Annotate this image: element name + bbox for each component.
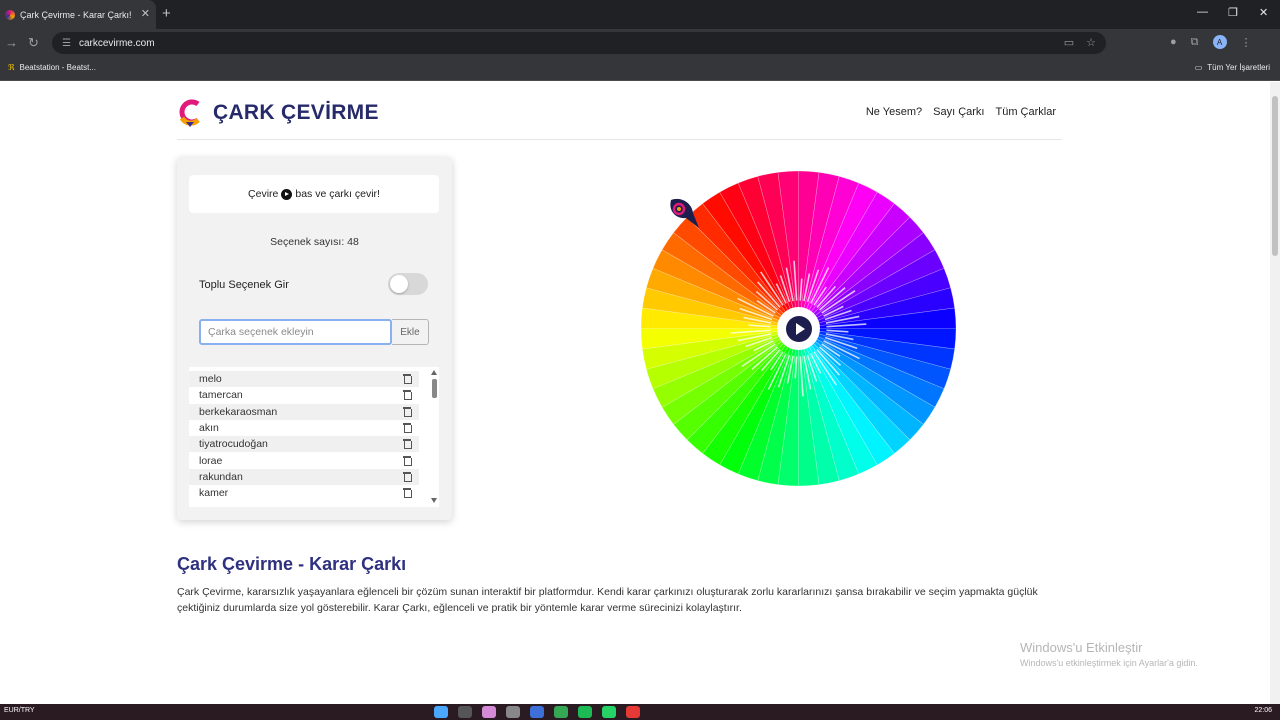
scroll-up-icon[interactable] xyxy=(431,370,437,375)
bookmark-favicon-icon: ℜ xyxy=(8,63,15,72)
browser-tab[interactable]: Çark Çevirme - Karar Çarkı! ✕ xyxy=(0,0,156,29)
cast-icon[interactable]: ▭ xyxy=(1064,36,1074,49)
windows-activation-watermark: Windows'u Etkinleştir Windows'u etkinleş… xyxy=(1020,640,1198,668)
files-icon[interactable] xyxy=(506,706,520,718)
page-scrollbar[interactable] xyxy=(1270,82,1280,704)
tab-title: Çark Çevirme - Karar Çarkı! xyxy=(20,9,132,20)
vscode-icon[interactable] xyxy=(530,706,544,718)
close-tab-icon[interactable]: ✕ xyxy=(141,7,150,20)
spin-hint: Çevire bas ve çarkı çevir! xyxy=(189,175,439,213)
trash-icon[interactable] xyxy=(403,456,412,466)
list-item: akın xyxy=(189,420,419,436)
bookmark-star-icon[interactable]: ☆ xyxy=(1086,36,1096,49)
bulk-entry-label: Toplu Seçenek Gir xyxy=(199,279,289,291)
options-panel: Çevire bas ve çarkı çevir! Seçenek sayıs… xyxy=(177,157,452,520)
windows-taskbar: EUR/TRY 22:06 xyxy=(0,704,1280,720)
article-body: Çark Çevirme, kararsızlık yaşayanlara eğ… xyxy=(177,586,1038,614)
bookmarks-bar: ℜ Beatstation - Beatst... ▭ Tüm Yer İşar… xyxy=(0,57,1280,81)
page-scroll-thumb[interactable] xyxy=(1272,96,1278,256)
wheel-pointer-icon xyxy=(670,198,699,228)
nav-tum-carklar[interactable]: Tüm Çarklar xyxy=(995,106,1056,118)
new-tab-button[interactable]: + xyxy=(162,5,171,22)
app-icon[interactable] xyxy=(482,706,496,718)
play-icon xyxy=(785,315,812,342)
spotify-icon[interactable] xyxy=(578,706,592,718)
list-item: tiyatrocudoğan xyxy=(189,436,419,452)
site-favicon-icon xyxy=(5,9,15,20)
reload-icon[interactable]: ↻ xyxy=(28,35,39,51)
extension-icon[interactable]: ● xyxy=(1170,36,1177,48)
article-title: Çark Çevirme - Karar Çarkı xyxy=(177,554,407,574)
trash-icon[interactable] xyxy=(403,423,412,433)
chrome-icon[interactable] xyxy=(554,706,568,718)
add-option-button[interactable]: Ekle xyxy=(392,319,429,345)
menu-icon[interactable]: ⋮ xyxy=(1241,36,1252,49)
option-input[interactable] xyxy=(199,319,392,345)
logo-icon xyxy=(179,99,200,127)
scroll-down-icon[interactable] xyxy=(431,498,437,503)
play-icon xyxy=(281,188,293,200)
toggle-knob xyxy=(390,275,408,293)
list-item: rakundan xyxy=(189,469,419,485)
folder-icon: ▭ xyxy=(1194,63,1203,72)
site-logo[interactable]: ÇARK ÇEVİRME xyxy=(177,98,379,128)
window-close-icon[interactable]: ✕ xyxy=(1259,6,1268,19)
list-item: berkekaraosman xyxy=(189,404,419,420)
trash-icon[interactable] xyxy=(403,407,412,417)
url-text: carkcevirme.com xyxy=(78,37,155,49)
address-bar: → ↻ ☰ carkcevirme.com ▭ ☆ ● ⧉ A ⋮ xyxy=(0,29,1280,57)
logo-text: ÇARK ÇEVİRME xyxy=(213,101,379,124)
site-info-icon[interactable]: ☰ xyxy=(62,38,71,49)
browser-tabbar: Çark Çevirme - Karar Çarkı! ✕ + — ❐ ✕ xyxy=(0,0,1280,29)
minimize-icon[interactable]: — xyxy=(1197,6,1208,18)
clock: 22:06 xyxy=(1254,707,1272,714)
profile-avatar[interactable]: A xyxy=(1212,35,1227,49)
options-list: melo tamercan berkekaraosman akın tiyatr… xyxy=(189,367,439,507)
site-header: ÇARK ÇEVİRME Ne Yesem? Sayı Çarkı Tüm Ça… xyxy=(177,96,1062,140)
whatsapp-icon[interactable] xyxy=(602,706,616,718)
trash-icon[interactable] xyxy=(403,374,412,384)
nav-ne-yesem[interactable]: Ne Yesem? xyxy=(866,106,922,118)
list-item: tamercan xyxy=(189,387,419,403)
article: Çark Çevirme - Karar Çarkı Çark Çevirme,… xyxy=(177,554,1062,616)
bulk-entry-toggle[interactable] xyxy=(388,273,428,295)
bookmark-item[interactable]: ℜ Beatstation - Beatst... xyxy=(8,63,96,72)
puzzle-icon[interactable]: ⧉ xyxy=(1191,36,1199,49)
scroll-thumb[interactable] xyxy=(432,379,437,398)
page: ÇARK ÇEVİRME Ne Yesem? Sayı Çarkı Tüm Ça… xyxy=(0,82,1270,704)
restore-icon[interactable]: ❐ xyxy=(1228,6,1238,19)
option-count: Seçenek sayısı: 48 xyxy=(270,236,359,248)
list-item: lorae xyxy=(189,453,419,469)
start-icon[interactable] xyxy=(434,706,448,718)
currency-widget[interactable]: EUR/TRY xyxy=(4,707,35,714)
trash-icon[interactable] xyxy=(403,390,412,400)
nav-sayi-carki[interactable]: Sayı Çarkı xyxy=(933,106,984,118)
trash-icon[interactable] xyxy=(403,488,412,498)
list-item: melo xyxy=(189,371,419,387)
list-item: kamer xyxy=(189,485,419,501)
app-icon[interactable] xyxy=(626,706,640,718)
trash-icon[interactable] xyxy=(403,439,412,449)
list-scrollbar[interactable] xyxy=(430,367,439,507)
spin-button[interactable] xyxy=(777,307,820,350)
all-bookmarks-button[interactable]: ▭ Tüm Yer İşaretleri xyxy=(1195,63,1270,72)
omnibox[interactable]: ☰ carkcevirme.com ▭ ☆ xyxy=(52,32,1106,54)
back-icon[interactable]: → xyxy=(5,35,18,50)
main-nav: Ne Yesem? Sayı Çarkı Tüm Çarklar xyxy=(866,106,1056,118)
trash-icon[interactable] xyxy=(403,472,412,482)
search-icon[interactable] xyxy=(458,706,472,718)
